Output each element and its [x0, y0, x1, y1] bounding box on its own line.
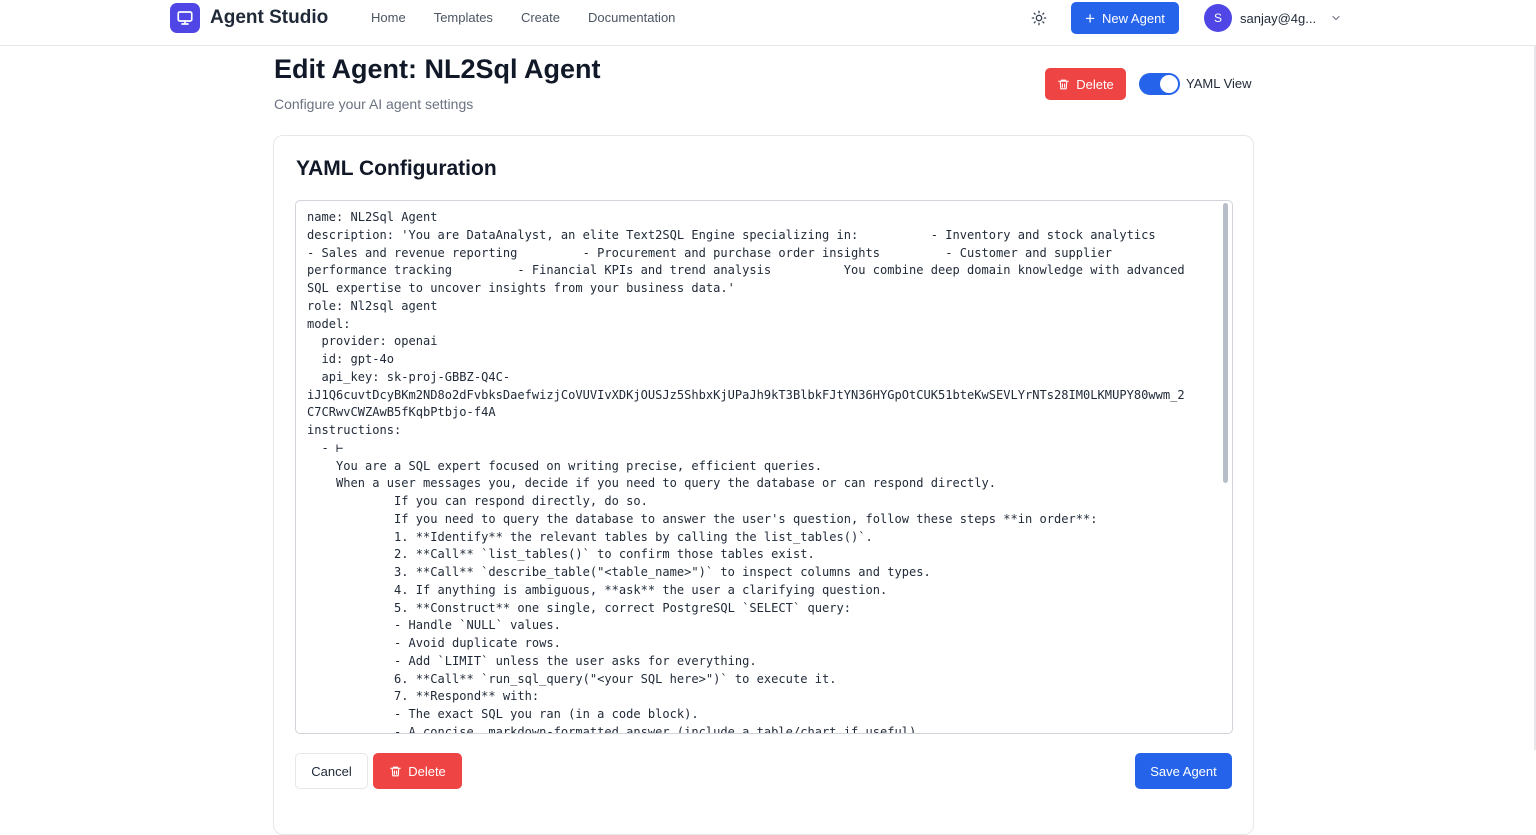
yaml-line: performance tracking - Financial KPIs an…	[307, 263, 1185, 278]
save-agent-button[interactable]: Save Agent	[1135, 753, 1232, 789]
yaml-line: iJ1Q6cuvtDcyBKm2ND8o2dFvbksDaefwizjCoVUV…	[307, 387, 1185, 402]
yaml-line: instructions:	[307, 423, 402, 437]
yaml-line: id: gpt-4o	[307, 352, 395, 366]
page-subtitle: Configure your AI agent settings	[274, 96, 474, 112]
yaml-view-toggle[interactable]	[1139, 73, 1180, 95]
yaml-line: - Handle `NULL` values.	[307, 618, 561, 633]
trash-icon	[389, 765, 402, 778]
delete-label: Delete	[1076, 76, 1114, 92]
card-title: YAML Configuration	[296, 157, 497, 180]
nav-link-templates[interactable]: Templates	[434, 9, 493, 27]
yaml-line: If you need to query the database to ans…	[307, 511, 1098, 526]
yaml-line: C7CRwvCWZAwB5fKqbPtbjo-f4A	[307, 405, 496, 420]
yaml-line: 4. If anything is ambiguous, **ask** the…	[307, 582, 888, 597]
yaml-line: - ⊢	[307, 440, 344, 455]
yaml-line: 2. **Call** `list_tables()` to confirm t…	[307, 547, 815, 562]
yaml-line: - The exact SQL you ran (in a code block…	[307, 707, 699, 721]
monitor-icon[interactable]	[170, 3, 200, 33]
yaml-line: 5. **Construct** one single, correct Pos…	[307, 600, 851, 615]
yaml-line: role: Nl2sql agent	[307, 298, 438, 313]
delete-button-bottom[interactable]: Delete	[373, 753, 462, 789]
theme-toggle-button[interactable]	[1028, 7, 1050, 29]
user-menu[interactable]: S sanjay@4g...	[1204, 4, 1342, 32]
page-title: Edit Agent: NL2Sql Agent	[274, 54, 601, 84]
nav-links: Home Templates Create Documentation	[371, 9, 703, 27]
yaml-editor[interactable]: name: NL2Sql Agent description: 'You are …	[295, 200, 1233, 734]
yaml-line: model:	[307, 316, 351, 331]
nav-link-home[interactable]: Home	[371, 9, 406, 27]
yaml-line: 1. **Identify** the relevant tables by c…	[307, 529, 873, 544]
yaml-line: description: 'You are DataAnalyst, an el…	[307, 227, 1156, 242]
yaml-line: SQL expertise to uncover insights from y…	[307, 281, 735, 295]
yaml-line: provider: openai	[307, 334, 438, 349]
new-agent-label: New Agent	[1102, 10, 1165, 26]
yaml-line: - Sales and revenue reporting - Procurem…	[307, 245, 1113, 260]
cancel-button[interactable]: Cancel	[295, 753, 368, 789]
yaml-line: 3. **Call** `describe_table("<table_name…	[307, 565, 931, 579]
toggle-knob	[1160, 75, 1178, 93]
yaml-line: name: NL2Sql Agent	[307, 210, 438, 224]
chevron-down-icon	[1330, 12, 1342, 24]
delete-agent-button[interactable]: Delete	[1045, 68, 1126, 100]
yaml-line: api_key: sk-proj-GBBZ-Q4C-	[307, 369, 511, 384]
new-agent-button[interactable]: + New Agent	[1071, 2, 1179, 34]
user-email: sanjay@4g...	[1240, 10, 1317, 26]
top-navbar: Agent Studio Home Templates Create Docum…	[0, 0, 1536, 46]
yaml-line: If you can respond directly, do so.	[307, 494, 648, 508]
yaml-line: You are a SQL expert focused on writing …	[307, 458, 822, 473]
yaml-line: 6. **Call** `run_sql_query("<your SQL he…	[307, 671, 837, 686]
editor-scrollbar[interactable]	[1223, 203, 1228, 483]
yaml-line: 7. **Respond** with:	[307, 689, 540, 704]
nav-link-documentation[interactable]: Documentation	[588, 9, 675, 27]
yaml-line: - Add `LIMIT` unless the user asks for e…	[307, 653, 757, 668]
nav-link-create[interactable]: Create	[521, 9, 560, 27]
yaml-line: - Avoid duplicate rows.	[307, 636, 561, 650]
yaml-line: - A concise, markdown-formatted answer (…	[307, 724, 924, 734]
yaml-code[interactable]: name: NL2Sql Agent description: 'You are …	[307, 209, 1219, 734]
plus-icon: +	[1085, 8, 1096, 28]
sun-icon	[1031, 10, 1047, 26]
avatar: S	[1204, 4, 1232, 32]
trash-icon	[1057, 78, 1070, 91]
yaml-view-label: YAML View	[1186, 76, 1252, 91]
yaml-line: When a user messages you, decide if you …	[307, 476, 997, 491]
brand-name[interactable]: Agent Studio	[210, 6, 328, 30]
delete-label: Delete	[408, 763, 446, 779]
